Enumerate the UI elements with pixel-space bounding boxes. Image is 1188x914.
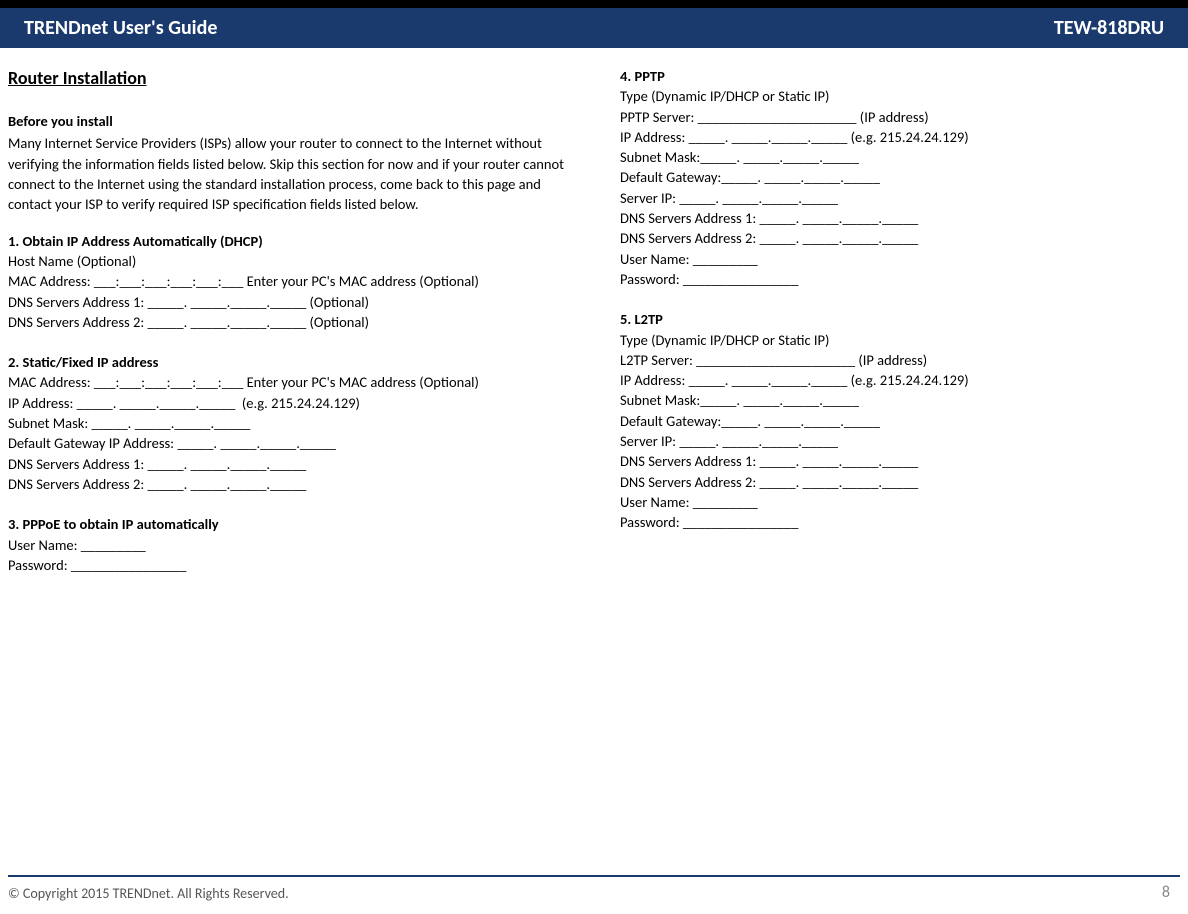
- page-footer: © Copyright 2015 TRENDnet. All Rights Re…: [8, 875, 1180, 902]
- before-install-paragraph: Many Internet Service Providers (ISPs) a…: [8, 133, 580, 214]
- section-3-line: Password: ________________: [8, 555, 580, 575]
- section-5-line: L2TP Server: ______________________ (IP …: [620, 350, 1180, 370]
- top-black-bar: [0, 0, 1188, 8]
- section-4-line: IP Address: _____. _____._____._____ (e.…: [620, 127, 1180, 147]
- page-content: Router Installation Before you install M…: [0, 48, 1188, 575]
- section-5-line: User Name: _________: [620, 492, 1180, 512]
- section-5-line: Type (Dynamic IP/DHCP or Static IP): [620, 330, 1180, 350]
- model-number: TEW-818DRU: [1054, 16, 1164, 40]
- copyright-text: © Copyright 2015 TRENDnet. All Rights Re…: [8, 885, 289, 902]
- section-4-line: Type (Dynamic IP/DHCP or Static IP): [620, 86, 1180, 106]
- section-4-title: 4. PPTP: [620, 66, 1180, 86]
- section-4-line: DNS Servers Address 1: _____. _____.____…: [620, 208, 1180, 228]
- section-1-line: MAC Address: ___:___:___:___:___:___ Ent…: [8, 271, 580, 291]
- section-5-line: IP Address: _____. _____._____._____ (e.…: [620, 370, 1180, 390]
- section-4-line: Default Gateway:_____. _____._____._____: [620, 167, 1180, 187]
- section-4-line: Password: ________________: [620, 269, 1180, 289]
- section-4-line: DNS Servers Address 2: _____. _____.____…: [620, 228, 1180, 248]
- subheading-before-install: Before you install: [8, 111, 580, 131]
- guide-title: TRENDnet User's Guide: [24, 16, 217, 40]
- section-5-line: Subnet Mask:_____. _____._____._____: [620, 390, 1180, 410]
- section-5-line: DNS Servers Address 2: _____. _____.____…: [620, 472, 1180, 492]
- section-1-line: DNS Servers Address 1: _____. _____.____…: [8, 292, 580, 312]
- section-2-line: IP Address: _____. _____._____._____ (e.…: [8, 393, 580, 413]
- section-4-line: Server IP: _____. _____._____._____: [620, 188, 1180, 208]
- section-2-line: DNS Servers Address 1: _____. _____.____…: [8, 454, 580, 474]
- section-3-title: 3. PPPoE to obtain IP automatically: [8, 514, 580, 534]
- right-column: 4. PPTP Type (Dynamic IP/DHCP or Static …: [620, 66, 1180, 575]
- left-column: Router Installation Before you install M…: [8, 66, 580, 575]
- section-5-line: Default Gateway:_____. _____._____._____: [620, 411, 1180, 431]
- section-4-line: Subnet Mask:_____. _____._____._____: [620, 147, 1180, 167]
- section-2-line: MAC Address: ___:___:___:___:___:___ Ent…: [8, 372, 580, 392]
- page-number: 8: [1162, 883, 1180, 902]
- section-2-line: Default Gateway IP Address: _____. _____…: [8, 433, 580, 453]
- section-2-title: 2. Static/Fixed IP address: [8, 352, 580, 372]
- section-1-line: Host Name (Optional): [8, 251, 580, 271]
- section-1-line: DNS Servers Address 2: _____. _____.____…: [8, 312, 580, 332]
- section-1-title: 1. Obtain IP Address Automatically (DHCP…: [8, 231, 580, 251]
- section-heading-router-installation: Router Installation: [8, 66, 580, 91]
- section-4-line: User Name: _________: [620, 249, 1180, 269]
- section-5-line: Server IP: _____. _____._____._____: [620, 431, 1180, 451]
- document-header: TRENDnet User's Guide TEW-818DRU: [0, 8, 1188, 48]
- section-5-line: Password: ________________: [620, 512, 1180, 532]
- section-5-title: 5. L2TP: [620, 309, 1180, 329]
- section-5-line: DNS Servers Address 1: _____. _____.____…: [620, 451, 1180, 471]
- section-4-line: PPTP Server: ______________________ (IP …: [620, 107, 1180, 127]
- section-2-line: Subnet Mask: _____. _____._____._____: [8, 413, 580, 433]
- section-2-line: DNS Servers Address 2: _____. _____.____…: [8, 474, 580, 494]
- section-3-line: User Name: _________: [8, 535, 580, 555]
